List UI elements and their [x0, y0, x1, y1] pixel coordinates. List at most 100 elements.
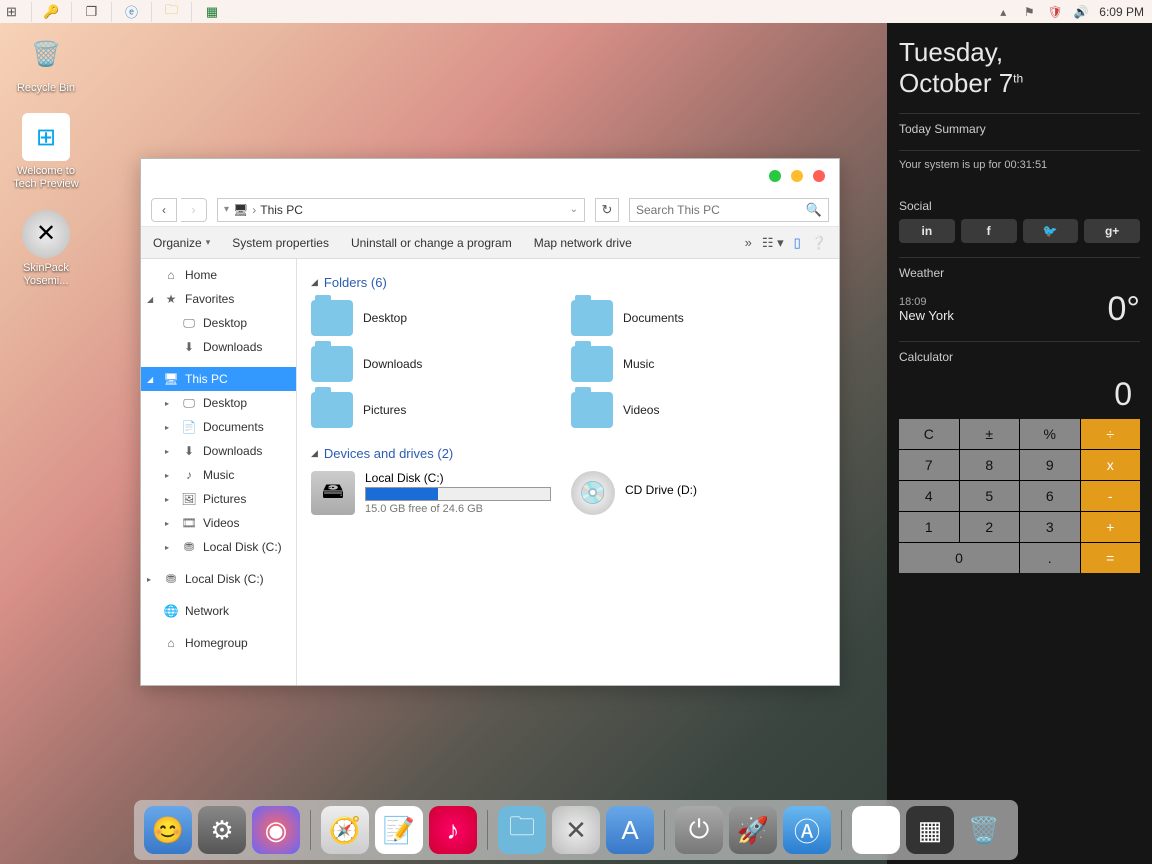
- titlebar[interactable]: [141, 159, 839, 193]
- drive-local-c[interactable]: 🖴 Local Disk (C:) 15.0 GB free of 24.6 G…: [311, 471, 561, 515]
- sidebar-item-localdisk2[interactable]: ▸⛃Local Disk (C:): [141, 567, 296, 591]
- expand-icon[interactable]: ▸: [165, 543, 169, 552]
- sidebar-item-favorites[interactable]: ◢★Favorites: [141, 287, 296, 311]
- expand-icon[interactable]: ▸: [165, 447, 169, 456]
- expand-icon[interactable]: ▸: [165, 495, 169, 504]
- clock[interactable]: 6:09 PM: [1099, 5, 1148, 19]
- collapse-icon[interactable]: ◢: [147, 295, 153, 304]
- view-options-icon[interactable]: ☷ ▾: [762, 235, 784, 251]
- dock-finder[interactable]: 😊: [144, 806, 192, 854]
- folder-desktop[interactable]: Desktop: [311, 300, 561, 336]
- folder-downloads[interactable]: Downloads: [311, 346, 561, 382]
- folders-group-header[interactable]: ◢Folders (6): [311, 275, 825, 290]
- twitter-button[interactable]: 🐦: [1023, 219, 1079, 243]
- close-button[interactable]: [813, 170, 825, 182]
- dock-safari[interactable]: 🧭: [321, 806, 369, 854]
- ie-icon[interactable]: ⓔ: [124, 2, 152, 22]
- facebook-button[interactable]: f: [961, 219, 1017, 243]
- expand-icon[interactable]: ▸: [165, 519, 169, 528]
- expand-icon[interactable]: ▸: [165, 399, 169, 408]
- calc-key-8[interactable]: 8: [960, 450, 1020, 480]
- sidebar-item-pc-documents[interactable]: ▸📄Documents: [141, 415, 296, 439]
- calc-key-x[interactable]: x: [1081, 450, 1141, 480]
- flag-icon[interactable]: ⚑: [1021, 4, 1037, 20]
- dock-folder[interactable]: 🗀: [498, 806, 546, 854]
- desktop-icon-welcome[interactable]: ⊞ Welcome to Tech Preview: [8, 113, 84, 191]
- dock-power[interactable]: ⏻: [675, 806, 723, 854]
- search-input[interactable]: [636, 203, 806, 217]
- map-drive-button[interactable]: Map network drive: [534, 236, 632, 250]
- search-box[interactable]: 🔍: [629, 198, 829, 222]
- folder-videos[interactable]: Videos: [571, 392, 821, 428]
- collapse-icon[interactable]: ◢: [147, 375, 153, 384]
- calc-key--[interactable]: -: [1081, 481, 1141, 511]
- sidebar-item-home[interactable]: ⌂Home: [141, 263, 296, 287]
- preview-pane-icon[interactable]: ▯: [794, 235, 801, 251]
- desktop-icon-skinpack[interactable]: ✕ SkinPack Yosemi...: [8, 210, 84, 288]
- calc-key-3[interactable]: 3: [1020, 512, 1080, 542]
- taskview-icon[interactable]: ❐: [84, 2, 112, 22]
- expand-icon[interactable]: ▸: [147, 575, 151, 584]
- refresh-button[interactable]: ↻: [595, 198, 619, 222]
- expand-icon[interactable]: ▸: [165, 471, 169, 480]
- calc-key-C[interactable]: C: [899, 419, 959, 449]
- folder-pictures[interactable]: Pictures: [311, 392, 561, 428]
- calc-key-4[interactable]: 4: [899, 481, 959, 511]
- expand-icon[interactable]: ▸: [165, 423, 169, 432]
- sidebar-item-pc-desktop[interactable]: ▸🖵Desktop: [141, 391, 296, 415]
- dock-launchpad[interactable]: 🚀: [729, 806, 777, 854]
- uninstall-button[interactable]: Uninstall or change a program: [351, 236, 512, 250]
- volume-icon[interactable]: 🔊: [1073, 4, 1089, 20]
- linkedin-button[interactable]: in: [899, 219, 955, 243]
- calc-key-9[interactable]: 9: [1020, 450, 1080, 480]
- sidebar-item-pc-pictures[interactable]: ▸🖼Pictures: [141, 487, 296, 511]
- calc-key-6[interactable]: 6: [1020, 481, 1080, 511]
- calc-key-+[interactable]: +: [1081, 512, 1141, 542]
- dock-widgets[interactable]: ▦: [906, 806, 954, 854]
- sidebar-item-homegroup[interactable]: ⌂Homegroup: [141, 631, 296, 655]
- sidebar-item-pc-localdisk[interactable]: ▸⛃Local Disk (C:): [141, 535, 296, 559]
- dock-trash[interactable]: 🗑️: [960, 806, 1008, 854]
- sidebar-item-thispc[interactable]: ◢🖥This PC: [141, 367, 296, 391]
- calc-key-.[interactable]: .: [1020, 543, 1080, 573]
- calc-key-±[interactable]: ±: [960, 419, 1020, 449]
- search-icon[interactable]: 🔑: [44, 2, 72, 22]
- sidebar-item-fav-downloads[interactable]: ⬇Downloads: [141, 335, 296, 359]
- minimize-button[interactable]: [769, 170, 781, 182]
- explorer-taskbar-icon[interactable]: 🗀: [164, 2, 192, 22]
- organize-button[interactable]: Organize ▾: [153, 236, 210, 250]
- overflow-button[interactable]: »: [745, 235, 752, 250]
- calc-key-5[interactable]: 5: [960, 481, 1020, 511]
- help-icon[interactable]: ❔: [811, 235, 827, 251]
- sidebar-item-network[interactable]: 🌐Network: [141, 599, 296, 623]
- sidebar-item-pc-music[interactable]: ▸♪Music: [141, 463, 296, 487]
- sidebar-item-fav-desktop[interactable]: 🖵Desktop: [141, 311, 296, 335]
- calc-key-0[interactable]: 0: [899, 543, 1019, 573]
- excel-icon[interactable]: ▦: [204, 2, 232, 22]
- sidebar-item-pc-downloads[interactable]: ▸⬇Downloads: [141, 439, 296, 463]
- chevron-down-icon[interactable]: ⌄: [570, 204, 578, 215]
- breadcrumb[interactable]: ▾ 🖥 › This PC ⌄: [217, 198, 585, 222]
- system-properties-button[interactable]: System properties: [232, 236, 329, 250]
- calc-key-÷[interactable]: ÷: [1081, 419, 1141, 449]
- gplus-button[interactable]: g+: [1084, 219, 1140, 243]
- back-button[interactable]: ‹: [151, 198, 177, 222]
- drives-group-header[interactable]: ◢Devices and drives (2): [311, 446, 825, 461]
- dock-photos[interactable]: 🖼: [852, 806, 900, 854]
- dock-itunes[interactable]: ♪: [429, 806, 477, 854]
- calc-key-=[interactable]: =: [1081, 543, 1141, 573]
- folder-music[interactable]: Music: [571, 346, 821, 382]
- start-button[interactable]: ⊞: [4, 2, 32, 22]
- calc-key-%[interactable]: %: [1020, 419, 1080, 449]
- dock-gamecenter[interactable]: ◉: [252, 806, 300, 854]
- dock-osx[interactable]: ✕: [552, 806, 600, 854]
- dock-settings[interactable]: ⚙: [198, 806, 246, 854]
- maximize-button[interactable]: [791, 170, 803, 182]
- security-icon[interactable]: 🛡: [1047, 4, 1063, 20]
- dock-notes[interactable]: 📝: [375, 806, 423, 854]
- calc-key-2[interactable]: 2: [960, 512, 1020, 542]
- dock-appstore2[interactable]: Ⓐ: [783, 806, 831, 854]
- sidebar-item-pc-videos[interactable]: ▸🎞Videos: [141, 511, 296, 535]
- tray-chevron-icon[interactable]: ▴: [995, 4, 1011, 20]
- calc-key-7[interactable]: 7: [899, 450, 959, 480]
